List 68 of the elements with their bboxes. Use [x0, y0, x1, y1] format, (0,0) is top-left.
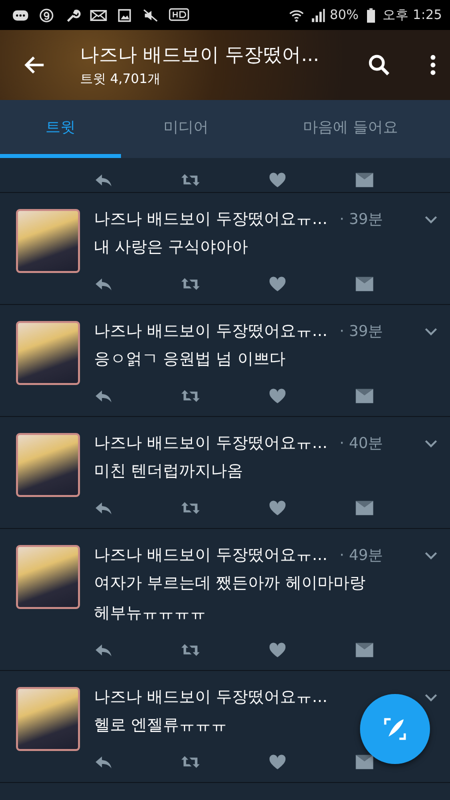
retweet-icon[interactable]: [181, 388, 200, 404]
user-name: 나즈나 배드보이 두장떴어요ㅠ...: [94, 321, 328, 342]
clock-time: 오후 1:25: [382, 7, 442, 24]
envelope-icon[interactable]: [355, 500, 374, 516]
feather-icon: [382, 716, 408, 742]
avatar-picture[interactable]: [16, 545, 80, 609]
tweet-text: 내 사랑은 구식야아아: [94, 236, 248, 258]
avatar-picture[interactable]: [16, 209, 80, 273]
heart-icon[interactable]: [268, 172, 287, 188]
envelope-icon[interactable]: [355, 642, 374, 658]
envelope-icon[interactable]: [355, 276, 374, 292]
compose-button[interactable]: [360, 694, 430, 764]
reply-arrow-icon[interactable]: [94, 500, 113, 516]
tweet-time: · 39분: [339, 210, 384, 229]
tweet-time: · 39분: [339, 322, 384, 341]
envelope-icon[interactable]: [355, 172, 374, 188]
reply-arrow-icon[interactable]: [94, 754, 113, 770]
retweet-icon[interactable]: [181, 754, 200, 770]
user-name: 나즈나 배드보이 두장떴어요ㅠ...: [94, 433, 328, 454]
tweet-count: 트윗 4,701개: [80, 71, 162, 88]
chevron-down-icon[interactable]: [424, 692, 438, 703]
battery-icon: [366, 8, 375, 22]
heart-icon[interactable]: [268, 388, 287, 404]
retweet-icon[interactable]: [181, 172, 200, 188]
tweet-text: 미친 텐더럽까지나옴: [94, 460, 244, 482]
user-name: 나즈나 배드보이 두장떴어요ㅠ...: [94, 209, 328, 230]
heart-icon[interactable]: [268, 276, 287, 292]
envelope-icon: [90, 8, 107, 22]
reply-arrow-icon[interactable]: [94, 276, 113, 292]
chevron-down-icon[interactable]: [424, 550, 438, 561]
envelope-icon[interactable]: [355, 754, 374, 770]
chevron-down-icon[interactable]: [424, 214, 438, 225]
reply-arrow-icon[interactable]: [94, 172, 113, 188]
wifi-icon: [288, 8, 305, 22]
user-name: 나즈나 배드보이 두장떴어요ㅠ...: [94, 545, 328, 566]
tweet-time: · 49분: [339, 546, 384, 565]
tweet-time: · 40분: [339, 434, 384, 453]
wrench-icon: [64, 8, 81, 22]
heart-icon[interactable]: [268, 500, 287, 516]
retweet-icon[interactable]: [181, 276, 200, 292]
chat-bubble-icon: [12, 8, 29, 22]
profile-tab[interactable]: 마음에 들어요: [251, 100, 450, 158]
retweet-icon[interactable]: [181, 642, 200, 658]
retweet-icon[interactable]: [181, 500, 200, 516]
hd-icon: [168, 8, 190, 22]
more-options-icon[interactable]: [428, 52, 438, 78]
avatar-picture[interactable]: [16, 321, 80, 385]
envelope-icon[interactable]: [355, 388, 374, 404]
user-name: 나즈나 배드보이 두장떴어요ㅠ...: [94, 687, 328, 708]
tweet-text: 여자가 부르는데 쨌든아까 헤이마마랑 헤부뉴ㅠㅠㅠㅠ: [94, 572, 366, 624]
reply-arrow-icon[interactable]: [94, 388, 113, 404]
heart-icon[interactable]: [268, 754, 287, 770]
profile-name: 나즈나 배드보이 두장떴어...: [80, 43, 320, 68]
chevron-down-icon[interactable]: [424, 326, 438, 337]
search-icon[interactable]: [366, 52, 392, 78]
profile-tab[interactable]: 미디어: [121, 100, 251, 158]
muted-speaker-icon: [142, 8, 159, 22]
avatar-picture[interactable]: [16, 687, 80, 751]
g-circle-icon: [38, 8, 55, 22]
heart-icon[interactable]: [268, 642, 287, 658]
tweet-text: 응ㅇ얽ㄱ 응원법 넘 이쁘다: [94, 348, 286, 370]
tweet-text: 헬로 엔젤류ㅠㅠㅠ: [94, 714, 228, 736]
chevron-down-icon[interactable]: [424, 438, 438, 449]
battery-percent: 80%: [330, 8, 359, 22]
avatar-picture[interactable]: [16, 433, 80, 497]
profile-tab[interactable]: 트윗: [0, 100, 121, 158]
image-icon: [116, 8, 133, 22]
reply-arrow-icon[interactable]: [94, 642, 113, 658]
